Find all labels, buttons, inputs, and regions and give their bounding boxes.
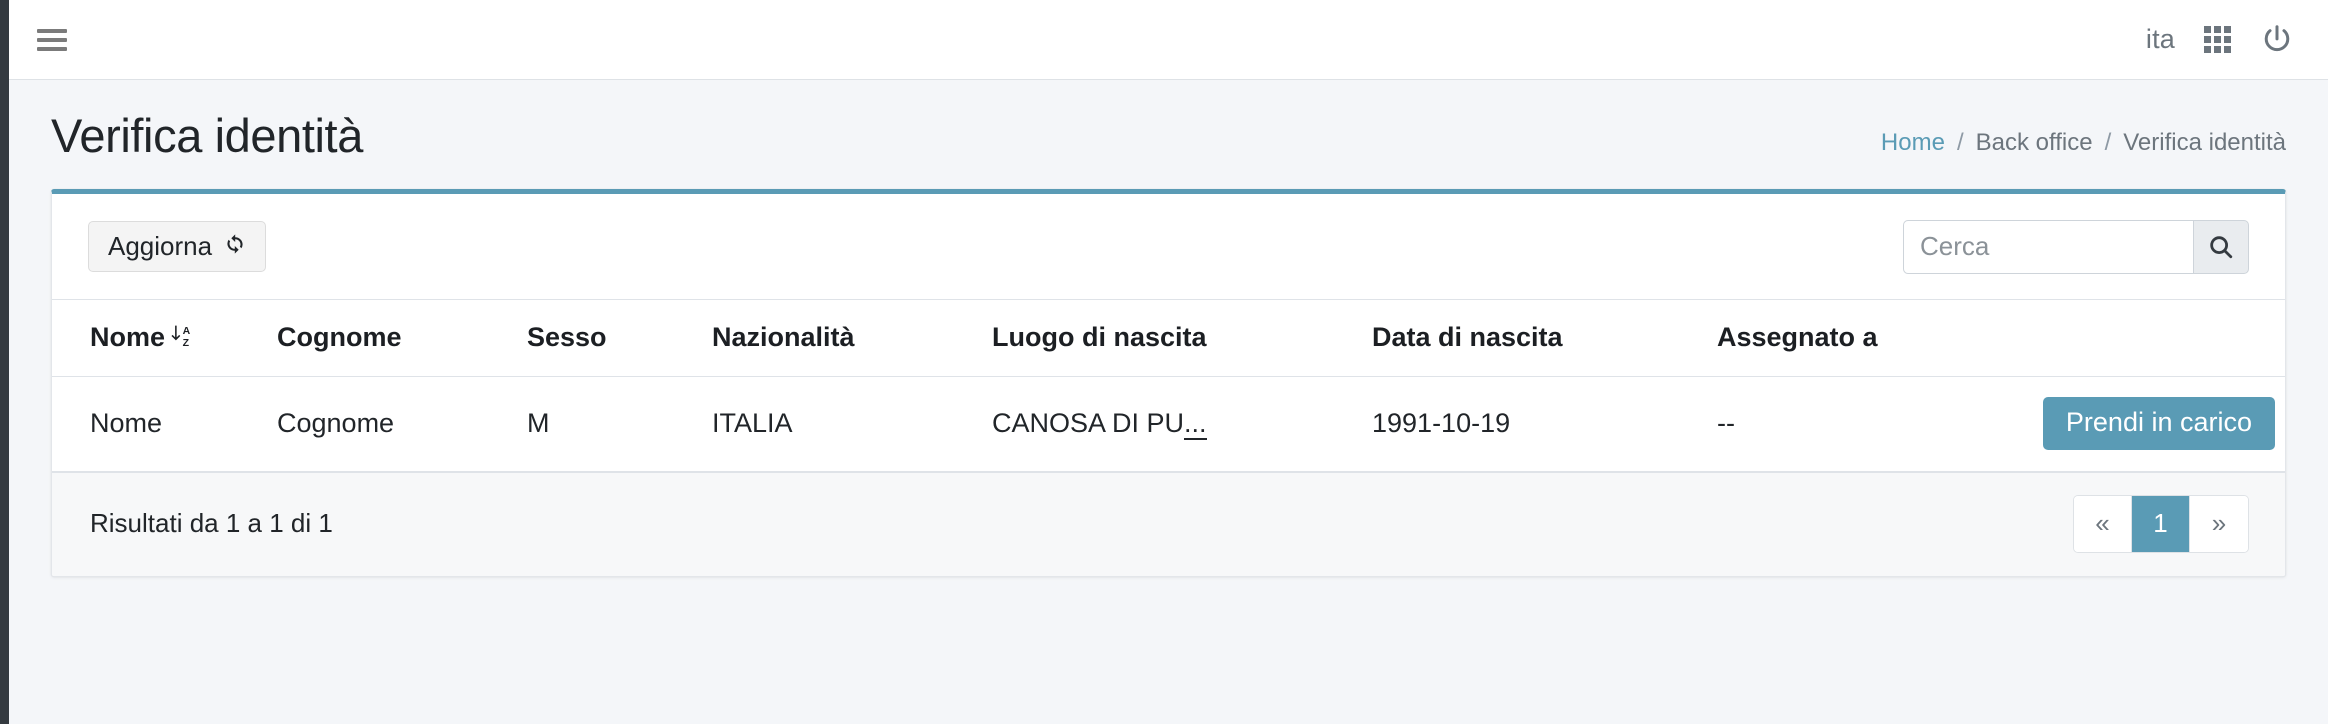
cell-nome: Nome [52,376,277,472]
table-body: Nome Cognome M ITALIA CANOSA DI PU... 19… [52,376,2285,472]
breadcrumb: Home / Back office / Verifica identità [1881,115,2286,157]
search-group [1903,219,2249,274]
column-header-nazionalita[interactable]: Nazionalità [712,298,992,377]
breadcrumb-item-current: Verifica identità [2123,129,2286,157]
pagination-page-1[interactable]: 1 [2132,495,2190,552]
pagination: « 1 » [2073,494,2249,553]
content-header: Verifica identità Home / Back office / V… [9,80,2328,189]
cell-data-di-nascita: 1991-10-19 [1372,376,1717,472]
column-header-data-di-nascita-label: Data di nascita [1372,321,1563,352]
apps-grid-icon[interactable] [2204,26,2231,53]
truncation-ellipsis[interactable]: ... [1184,407,1207,440]
identity-table: Nome A Z Cognome Sesso Nazionalità Luogo… [52,298,2285,472]
table-row[interactable]: Nome Cognome M ITALIA CANOSA DI PU... 19… [52,376,2285,472]
card-toolbar: Aggiorna [52,194,2285,299]
language-selector[interactable]: ita [2146,26,2175,53]
refresh-icon [223,232,247,260]
table-header-row: Nome A Z Cognome Sesso Nazionalità Luogo… [52,298,2285,377]
search-input[interactable] [1903,219,2193,274]
navbar-actions: ita [2146,23,2294,57]
pagination-next-button[interactable]: » [2190,495,2248,552]
power-icon[interactable] [2260,23,2294,57]
cell-actions: Prendi in carico [2017,376,2285,472]
table-header: Nome A Z Cognome Sesso Nazionalità Luogo… [52,298,2285,377]
svg-text:A: A [183,325,191,337]
search-button[interactable] [2193,219,2249,274]
svg-text:Z: Z [183,337,190,349]
breadcrumb-separator: / [2104,129,2112,157]
grid-apps-icon [2204,26,2231,53]
sort-alpha-asc-icon[interactable]: A Z [169,323,193,349]
column-header-nome-label: Nome [90,321,166,352]
page-wrapper: ita Verifica identità Home / Back office… [9,0,2328,724]
column-header-actions [2017,298,2285,377]
breadcrumb-item-back-office: Back office [1975,129,2093,157]
column-header-cognome-label: Cognome [277,321,402,352]
menu-toggle-icon[interactable] [37,23,67,57]
column-header-cognome[interactable]: Cognome [277,298,527,377]
column-header-nazionalita-label: Nazionalità [712,321,855,352]
column-header-sesso[interactable]: Sesso [527,298,712,377]
results-info: Risultati da 1 a 1 di 1 [90,508,333,539]
column-header-data-di-nascita[interactable]: Data di nascita [1372,298,1717,377]
cell-sesso: M [527,376,712,472]
breadcrumb-separator: / [1956,129,1964,157]
top-navbar: ita [9,0,2328,80]
breadcrumb-item-home[interactable]: Home [1881,129,1945,157]
take-charge-button[interactable]: Prendi in carico [2042,396,2275,450]
refresh-button[interactable]: Aggiorna [88,221,267,273]
column-header-assegnato-a[interactable]: Assegnato a [1717,298,2017,377]
column-header-luogo-di-nascita-label: Luogo di nascita [992,321,1207,352]
cell-luogo-di-nascita-text: CANOSA DI PU [992,407,1185,438]
column-header-luogo-di-nascita[interactable]: Luogo di nascita [992,298,1372,377]
card-footer: Risultati da 1 a 1 di 1 « 1 » [52,471,2285,576]
refresh-button-label: Aggiorna [108,231,213,262]
cell-assegnato-a: -- [1717,376,2017,472]
cell-luogo-di-nascita: CANOSA DI PU... [992,376,1372,472]
column-header-sesso-label: Sesso [527,321,607,352]
identity-verification-card: Aggiorna Cerca Nome A Z Cognome Sesso Na… [51,188,2286,577]
page-title: Verifica identità [51,109,363,162]
collapsed-sidebar[interactable] [0,0,9,724]
cell-nazionalita: ITALIA [712,376,992,472]
column-header-assegnato-a-label: Assegnato a [1717,321,1878,352]
column-header-nome[interactable]: Nome A Z [52,298,277,377]
cell-cognome: Cognome [277,376,527,472]
pagination-prev-button[interactable]: « [2074,495,2132,552]
